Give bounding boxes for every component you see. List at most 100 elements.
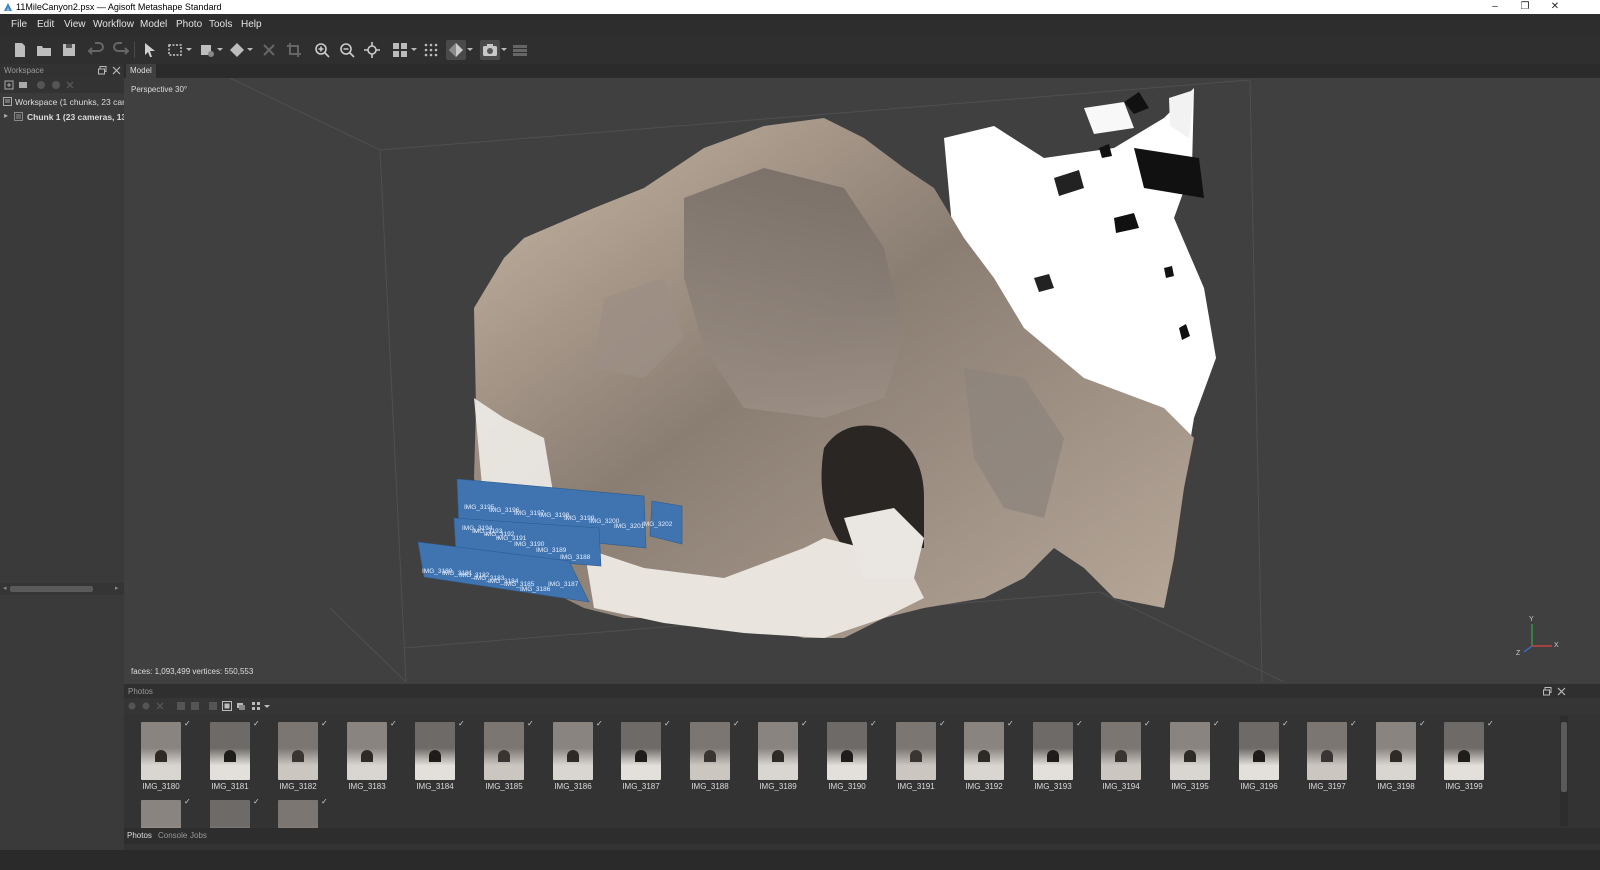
tab-photos[interactable]: Photos xyxy=(127,831,152,840)
photo-label: IMG_3187 xyxy=(622,782,660,791)
delete-icon[interactable] xyxy=(259,40,279,60)
close-panel-icon[interactable] xyxy=(112,66,121,75)
photos-scrollbar[interactable] xyxy=(1560,716,1568,826)
photo-thumbnail[interactable] xyxy=(1033,722,1073,780)
photo-thumbnail[interactable] xyxy=(415,722,455,780)
photo-thumbnail[interactable] xyxy=(758,722,798,780)
rotate-left-icon[interactable] xyxy=(176,701,186,711)
redo-icon[interactable] xyxy=(111,40,131,60)
photos-toolbar xyxy=(124,698,1600,714)
photo-thumbnail[interactable] xyxy=(621,722,661,780)
photo-thumbnail[interactable] xyxy=(278,800,318,828)
photo-label: IMG_3196 xyxy=(1240,782,1278,791)
photo-thumbnail[interactable] xyxy=(690,722,730,780)
rect-select-icon[interactable] xyxy=(165,40,185,60)
photo-thumbnail[interactable] xyxy=(347,722,387,780)
float-photos-icon[interactable] xyxy=(1543,687,1552,696)
mesh-stats: faces: 1,093,499 vertices: 550,553 xyxy=(131,667,254,676)
workspace-scrollbar[interactable]: ◂ ▸ xyxy=(0,583,124,595)
scrollbar-thumb[interactable] xyxy=(10,586,93,592)
menu-file[interactable]: File xyxy=(11,19,27,30)
close-button[interactable]: ✕ xyxy=(1540,0,1570,14)
photo-thumbnail[interactable] xyxy=(1101,722,1141,780)
photo-thumbnail[interactable] xyxy=(1444,722,1484,780)
zoom-in-icon[interactable] xyxy=(312,40,332,60)
menu-help[interactable]: Help xyxy=(241,19,262,30)
photo-thumbnail[interactable] xyxy=(1307,722,1347,780)
expand-chunk-icon[interactable]: ▸ xyxy=(4,111,8,120)
photo-thumbnail[interactable] xyxy=(827,722,867,780)
navigation-icon[interactable] xyxy=(227,40,247,60)
photo-thumbnail[interactable] xyxy=(141,800,181,828)
rotate-right-icon[interactable] xyxy=(190,701,200,711)
menu-photo[interactable]: Photo xyxy=(176,19,202,30)
enable-photo-icon[interactable] xyxy=(128,702,136,710)
menu-workflow[interactable]: Workflow xyxy=(93,19,134,30)
model-viewport[interactable]: IMG_3195 IMG_3196 IMG_3197 IMG_3198 IMG_… xyxy=(124,78,1600,684)
grid-icon[interactable] xyxy=(421,40,441,60)
disable-icon[interactable] xyxy=(51,80,61,90)
open-icon[interactable] xyxy=(34,40,54,60)
menu-model[interactable]: Model xyxy=(140,19,167,30)
camera-icon[interactable] xyxy=(480,40,500,60)
view-mode-icon[interactable] xyxy=(251,701,261,711)
zoom-out-icon[interactable] xyxy=(337,40,357,60)
menu-tools[interactable]: Tools xyxy=(209,19,232,30)
axis-y-label: Y xyxy=(1529,616,1534,623)
save-icon[interactable] xyxy=(59,40,79,60)
photo-label: IMG_3191 xyxy=(897,782,935,791)
layers-icon[interactable] xyxy=(510,40,530,60)
photo-label: IMG_3185 xyxy=(485,782,523,791)
aligned-check-icon: ✓ xyxy=(1213,719,1220,728)
float-panel-icon[interactable] xyxy=(98,66,107,75)
photo-thumbnail[interactable] xyxy=(553,722,593,780)
new-icon[interactable] xyxy=(10,40,30,60)
photo-thumbnail[interactable] xyxy=(964,722,1004,780)
select-icon[interactable] xyxy=(140,40,160,60)
workspace-root[interactable]: Workspace (1 chunks, 23 cameras xyxy=(0,95,124,109)
chunk-row[interactable]: ▸ Chunk 1 (23 cameras, 13,58 xyxy=(0,110,124,124)
photo-thumbnail[interactable] xyxy=(1170,722,1210,780)
photo-thumbnail[interactable] xyxy=(896,722,936,780)
photos-header: Photos xyxy=(124,684,1600,698)
model-scene[interactable]: IMG_3195 IMG_3196 IMG_3197 IMG_3198 IMG_… xyxy=(124,78,1600,684)
undo-icon[interactable] xyxy=(86,40,106,60)
aligned-check-icon: ✓ xyxy=(1007,719,1014,728)
aligned-check-icon: ✓ xyxy=(1487,719,1494,728)
aligned-check-icon: ✓ xyxy=(1350,719,1357,728)
show-masks-icon[interactable] xyxy=(236,701,246,711)
workspace-root-label: Workspace (1 chunks, 23 cameras xyxy=(15,97,124,107)
show-cameras-icon[interactable] xyxy=(390,40,410,60)
add-photos-icon[interactable] xyxy=(18,80,28,90)
photo-thumbnail[interactable] xyxy=(141,722,181,780)
remove-icon[interactable] xyxy=(65,80,75,90)
mask-icon[interactable] xyxy=(222,701,232,711)
close-photos-icon[interactable] xyxy=(1557,687,1566,696)
photo-thumbnail[interactable] xyxy=(278,722,318,780)
photo-thumbnail[interactable] xyxy=(1239,722,1279,780)
menu-edit[interactable]: Edit xyxy=(37,19,54,30)
photo-thumbnail[interactable] xyxy=(484,722,524,780)
maximize-button[interactable]: ❐ xyxy=(1510,0,1540,14)
tab-console[interactable]: Console xyxy=(158,831,187,840)
chunk-icon xyxy=(14,112,23,121)
add-chunk-icon[interactable] xyxy=(4,80,14,90)
photos-scrollbar-thumb[interactable] xyxy=(1561,722,1567,792)
remove-photo-icon[interactable] xyxy=(156,702,164,710)
model-view-icon[interactable] xyxy=(446,40,466,60)
reset-view-icon[interactable] xyxy=(362,40,382,60)
crop-icon[interactable] xyxy=(284,40,304,60)
tab-model[interactable]: Model xyxy=(126,64,156,78)
disable-photo-icon[interactable] xyxy=(142,702,150,710)
camera-label: IMG_3202 xyxy=(642,521,673,528)
toolbar xyxy=(0,36,1600,65)
photo-thumbnail[interactable] xyxy=(1376,722,1416,780)
shape-icon[interactable] xyxy=(197,40,217,60)
reset-filter-icon[interactable] xyxy=(208,701,218,711)
menu-view[interactable]: View xyxy=(64,19,86,30)
enable-icon[interactable] xyxy=(36,80,46,90)
tab-jobs[interactable]: Jobs xyxy=(190,831,207,840)
minimize-button[interactable]: – xyxy=(1480,0,1510,14)
photo-thumbnail[interactable] xyxy=(210,800,250,828)
photo-thumbnail[interactable] xyxy=(210,722,250,780)
